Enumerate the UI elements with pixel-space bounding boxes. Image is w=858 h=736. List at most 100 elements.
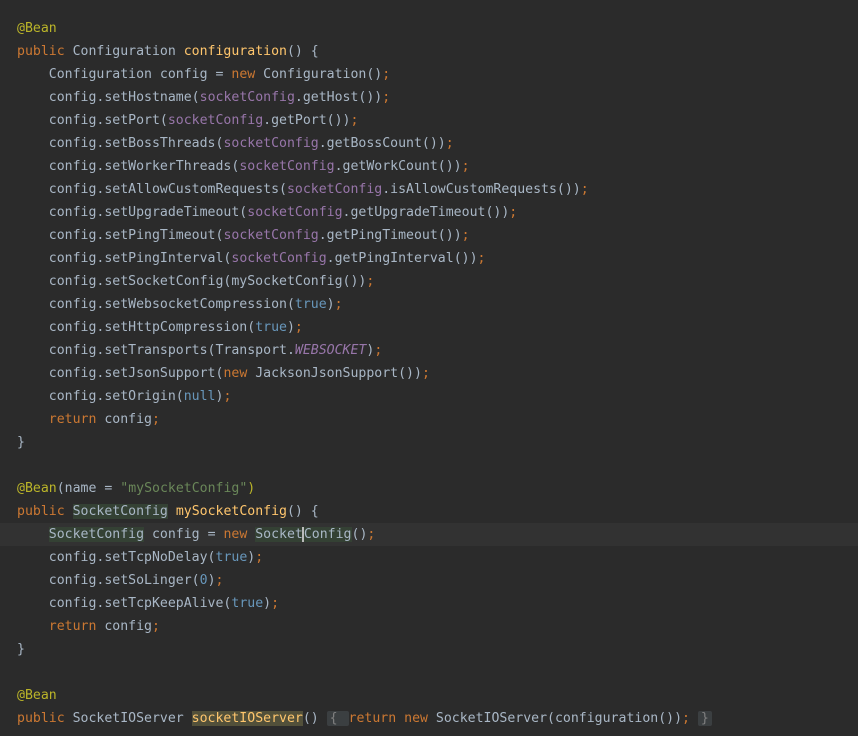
code-token: ; [294,320,303,335]
code-line[interactable]: config.setOrigin(null); [0,385,858,408]
code-token: ) [326,297,335,312]
code-line[interactable]: Configuration config = new Configuration… [0,63,858,86]
code-token: socketConfig [167,113,264,128]
code-token: config.setTcpKeepAlive( [17,596,232,611]
code-token: JacksonJsonSupport()) [255,366,422,381]
code-token: config.setTransports(Transport. [17,343,295,358]
code-line[interactable]: config.setAllowCustomRequests(socketConf… [0,178,858,201]
code-token: ; [215,573,224,588]
code-line[interactable]: config.setHostname(socketConfig.getHost(… [0,86,858,109]
code-token: @Bean [17,688,57,703]
code-line[interactable]: public Configuration configuration() { [0,40,858,63]
code-line[interactable]: config.setWorkerThreads(socketConfig.get… [0,155,858,178]
folded-code-token[interactable]: } [697,711,712,726]
code-token: .getUpgradeTimeout()) [342,205,510,220]
code-token: ; [445,136,454,151]
code-line[interactable]: @Bean [0,17,858,40]
code-token: config.setPingTimeout( [17,228,224,243]
code-editor[interactable]: @Bean public Configuration configuration(… [0,0,858,736]
code-token: ; [382,67,391,82]
code-line[interactable]: } [0,638,858,661]
code-token: config.setHostname( [17,90,200,105]
code-line[interactable] [0,661,858,684]
code-token: socketConfig [247,205,343,220]
code-token: ; [334,297,343,312]
code-line[interactable]: return config; [0,615,858,638]
code-token: ) [286,320,295,335]
code-token: config.setWorkerThreads( [17,159,240,174]
code-token: ; [151,619,160,634]
code-line[interactable]: config.setSoLinger(0); [0,569,858,592]
code-token: ; [223,389,232,404]
code-line[interactable]: } [0,431,858,454]
code-token: SocketIOServer [72,711,192,726]
code-token: Socket [255,527,303,542]
code-line[interactable]: config.setSocketConfig(mySocketConfig())… [0,270,858,293]
code-token: () { [286,504,319,519]
folded-code-token[interactable]: { [326,711,349,726]
code-token: ; [374,343,383,358]
code-token: ) [247,481,256,496]
code-token: public [17,711,73,726]
code-token: null [183,389,216,404]
code-token: true [231,596,264,611]
code-token: ; [271,596,280,611]
code-token: socketConfig [223,136,319,151]
code-token: Configuration config = [17,67,232,82]
code-token: } [17,435,25,450]
code-line[interactable]: config.setUpgradeTimeout(socketConfig.ge… [0,201,858,224]
code-token: ; [682,711,698,726]
code-token: "mySocketConfig" [120,481,248,496]
code-token: ; [151,412,160,427]
code-line[interactable]: public SocketIOServer socketIOServer() {… [0,707,858,730]
code-token: return [48,619,105,634]
code-token: ; [366,274,375,289]
code-line[interactable]: config.setPort(socketConfig.getPort()); [0,109,858,132]
code-token: ; [477,251,486,266]
code-token: socketConfig [286,182,383,197]
code-token: .getPingInterval()) [326,251,478,266]
code-line[interactable]: config.setWebsocketCompression(true); [0,293,858,316]
code-line[interactable]: config.setBossThreads(socketConfig.getBo… [0,132,858,155]
code-token: config.setWebsocketCompression( [17,297,295,312]
code-token: config.setPingInterval( [17,251,232,266]
code-token: config.setUpgradeTimeout( [17,205,248,220]
code-token: name [64,481,97,496]
code-token: @Bean [17,21,57,36]
code-token: Configuration [72,44,184,59]
code-token: public [17,44,73,59]
code-token: true [215,550,248,565]
code-line[interactable] [0,454,858,477]
code-token: .getPort()) [263,113,351,128]
code-token: socketConfig [223,228,319,243]
code-token: new [223,366,256,381]
code-token: ( [56,481,65,496]
code-token: ; [461,159,470,174]
code-token: config.setOrigin( [17,389,184,404]
code-line[interactable]: SocketConfig config = new SocketConfig()… [0,523,858,546]
code-token: ; [461,228,470,243]
code-token: ; [421,366,430,381]
code-line[interactable]: @Bean(name = "mySocketConfig") [0,477,858,500]
code-token: () [351,527,368,542]
code-line[interactable]: config.setPingTimeout(socketConfig.getPi… [0,224,858,247]
code-line[interactable]: config.setTransports(Transport.WEBSOCKET… [0,339,858,362]
code-token: } [17,642,25,657]
code-line[interactable]: config.setHttpCompression(true); [0,316,858,339]
code-line[interactable]: config.setTcpNoDelay(true); [0,546,858,569]
code-token: .getPingTimeout()) [318,228,462,243]
code-token: () [366,67,383,82]
code-token: return [348,711,405,726]
code-line[interactable]: @Bean [0,684,858,707]
code-line[interactable]: public SocketConfig mySocketConfig() { [0,500,858,523]
code-token: WEBSOCKET [294,343,367,358]
code-token: true [255,320,287,335]
code-line[interactable]: config.setJsonSupport(new JacksonJsonSup… [0,362,858,385]
code-token: new [223,527,256,542]
code-token: .getHost()) [294,90,383,105]
code-line[interactable]: return config; [0,408,858,431]
code-line[interactable]: config.setTcpKeepAlive(true); [0,592,858,615]
code-line[interactable]: config.setPingInterval(socketConfig.getP… [0,247,858,270]
